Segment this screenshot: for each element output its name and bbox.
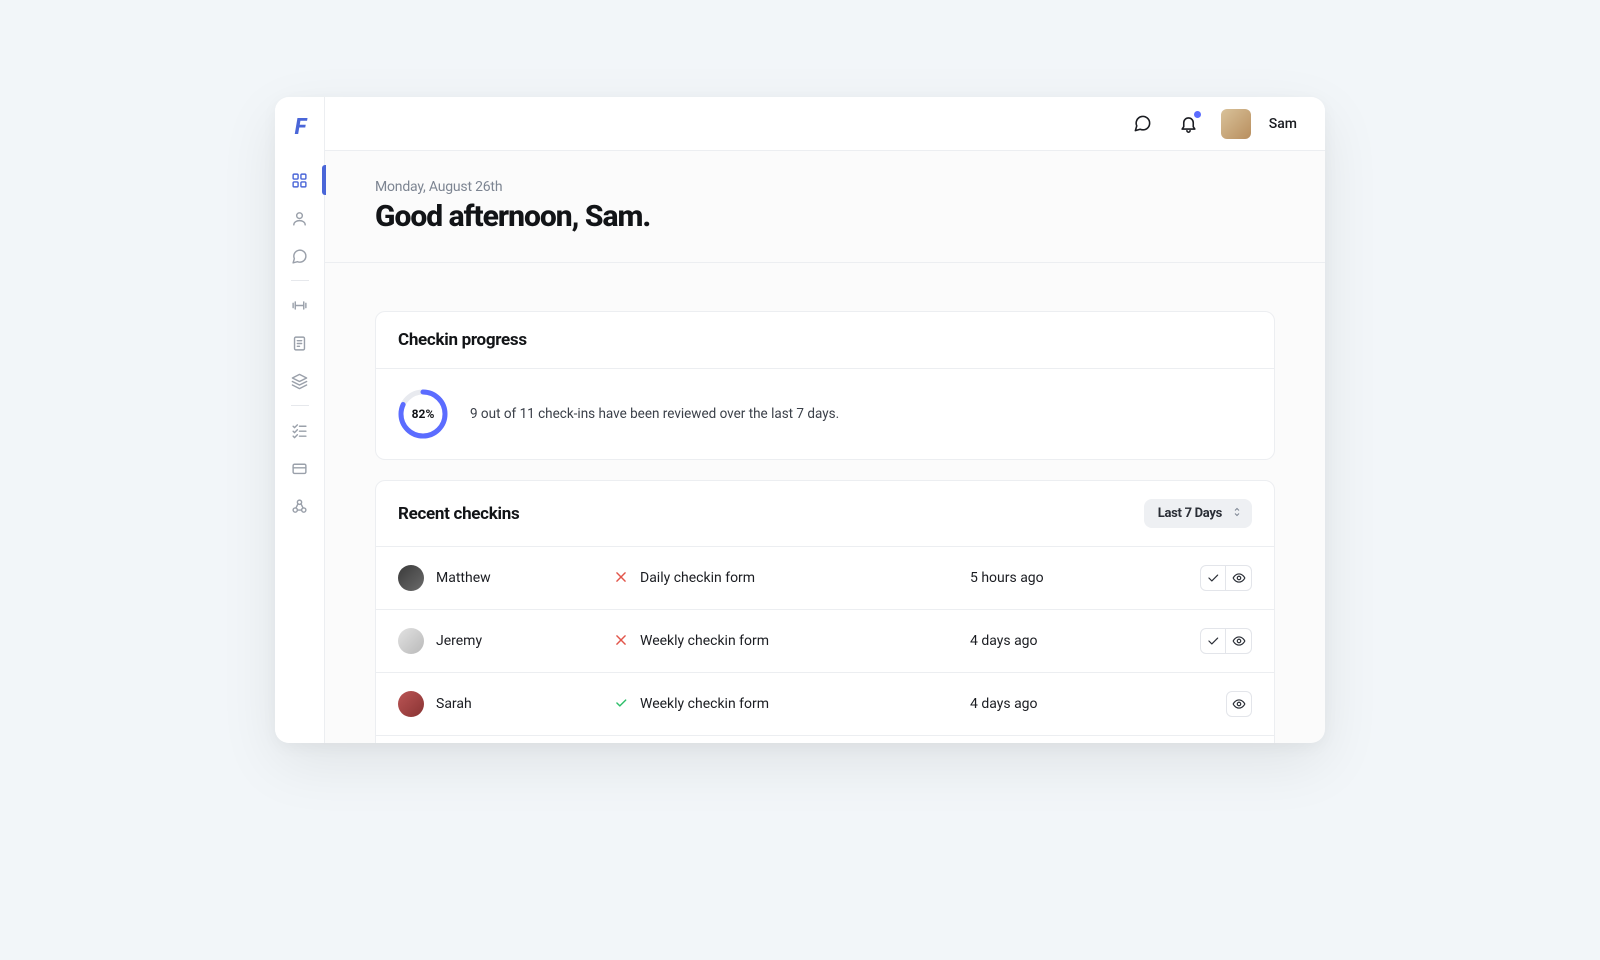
view-button[interactable] xyxy=(1226,691,1252,717)
approve-button[interactable] xyxy=(1200,628,1226,654)
x-icon xyxy=(614,633,630,649)
check-icon xyxy=(1206,571,1220,585)
view-button[interactable] xyxy=(1226,628,1252,654)
nav-library[interactable] xyxy=(286,367,314,395)
client-avatar xyxy=(398,565,424,591)
app-window: F xyxy=(275,97,1325,743)
checkin-time: 4 days ago xyxy=(970,696,1210,712)
row-actions xyxy=(1200,628,1252,654)
progress-description: 9 out of 11 check-ins have been reviewed… xyxy=(470,406,839,422)
progress-percent: 82% xyxy=(398,389,448,439)
check-icon xyxy=(614,696,630,712)
checkin-client[interactable]: Jeremy xyxy=(398,628,598,654)
checkin-form: Weekly checkin form xyxy=(614,633,954,649)
checkin-client[interactable]: Matthew xyxy=(398,565,598,591)
nav-billing[interactable] xyxy=(286,454,314,482)
card-icon xyxy=(291,460,308,477)
notification-dot xyxy=(1194,111,1201,118)
checkin-client[interactable]: Sarah xyxy=(398,691,598,717)
app-logo: F xyxy=(295,115,305,140)
row-actions xyxy=(1200,565,1252,591)
main-area: Sam Monday, August 26th Good afternoon, … xyxy=(325,97,1325,743)
nav-tasks[interactable] xyxy=(286,416,314,444)
user-name[interactable]: Sam xyxy=(1269,116,1297,132)
checkin-row: Sarah Weekly checkin form 4 days ago xyxy=(376,672,1274,735)
approve-button[interactable] xyxy=(1200,565,1226,591)
divider xyxy=(325,262,1325,263)
checkin-row: Jeremy Weekly checkin form 4 days ago xyxy=(376,609,1274,672)
nav-dashboard[interactable] xyxy=(286,166,314,194)
checkin-progress-title: Checkin progress xyxy=(376,312,1274,368)
row-actions xyxy=(1226,691,1252,717)
progress-ring: 82% xyxy=(398,389,448,439)
layers-icon xyxy=(291,373,308,390)
checklist-icon xyxy=(291,422,308,439)
page-content: Monday, August 26th Good afternoon, Sam.… xyxy=(325,151,1325,743)
nav-integrations[interactable] xyxy=(286,492,314,520)
view-button[interactable] xyxy=(1226,565,1252,591)
x-icon xyxy=(614,570,630,586)
sidebar: F xyxy=(275,97,325,743)
form-name: Weekly checkin form xyxy=(640,633,769,649)
dumbbell-icon xyxy=(291,297,308,314)
check-icon xyxy=(1206,634,1220,648)
nav-separator xyxy=(291,280,309,281)
checkin-progress-card: Checkin progress 82% 9 out of 11 check-i… xyxy=(375,311,1275,460)
client-avatar xyxy=(398,628,424,654)
checkin-form: Daily checkin form xyxy=(614,570,954,586)
topbar: Sam xyxy=(325,97,1325,151)
grid-icon xyxy=(291,172,308,189)
eye-icon xyxy=(1232,634,1246,648)
recent-checkins-title: Recent checkins xyxy=(398,504,519,524)
nav-group-training xyxy=(286,285,314,401)
eye-icon xyxy=(1232,571,1246,585)
checkin-row: Matthew Daily checkin form 5 hours ago xyxy=(376,546,1274,609)
page-date: Monday, August 26th xyxy=(375,179,1275,195)
eye-icon xyxy=(1232,697,1246,711)
page-greeting: Good afternoon, Sam. xyxy=(375,199,1275,234)
webhook-icon xyxy=(291,498,308,515)
chevron-up-down-icon xyxy=(1231,506,1243,522)
checkin-time: 4 days ago xyxy=(970,633,1184,649)
speech-bubble-icon xyxy=(1133,114,1152,133)
recent-checkins-card: Recent checkins Last 7 Days Matthew xyxy=(375,480,1275,743)
form-name: Daily checkin form xyxy=(640,570,755,586)
nav-messages[interactable] xyxy=(286,242,314,270)
client-name: Jeremy xyxy=(436,633,482,649)
checkin-progress-body: 82% 9 out of 11 check-ins have been revi… xyxy=(376,368,1274,459)
date-range-select[interactable]: Last 7 Days xyxy=(1144,499,1252,528)
notifications-button[interactable] xyxy=(1175,110,1203,138)
checkin-row-partial xyxy=(376,735,1274,743)
client-name: Matthew xyxy=(436,570,491,586)
form-name: Weekly checkin form xyxy=(640,696,769,712)
nav-group-primary xyxy=(286,160,314,276)
user-icon xyxy=(291,210,308,227)
checkin-time: 5 hours ago xyxy=(970,570,1184,586)
client-avatar xyxy=(398,691,424,717)
nav-group-settings xyxy=(286,410,314,526)
nav-clients[interactable] xyxy=(286,204,314,232)
nav-workouts[interactable] xyxy=(286,291,314,319)
client-name: Sarah xyxy=(436,696,472,712)
nav-separator xyxy=(291,405,309,406)
user-avatar[interactable] xyxy=(1221,109,1251,139)
date-range-value: Last 7 Days xyxy=(1158,506,1222,521)
clipboard-icon xyxy=(291,335,308,352)
nav-forms[interactable] xyxy=(286,329,314,357)
chat-icon xyxy=(291,248,308,265)
messages-button[interactable] xyxy=(1129,110,1157,138)
recent-checkins-header: Recent checkins Last 7 Days xyxy=(376,481,1274,546)
checkin-form: Weekly checkin form xyxy=(614,696,954,712)
